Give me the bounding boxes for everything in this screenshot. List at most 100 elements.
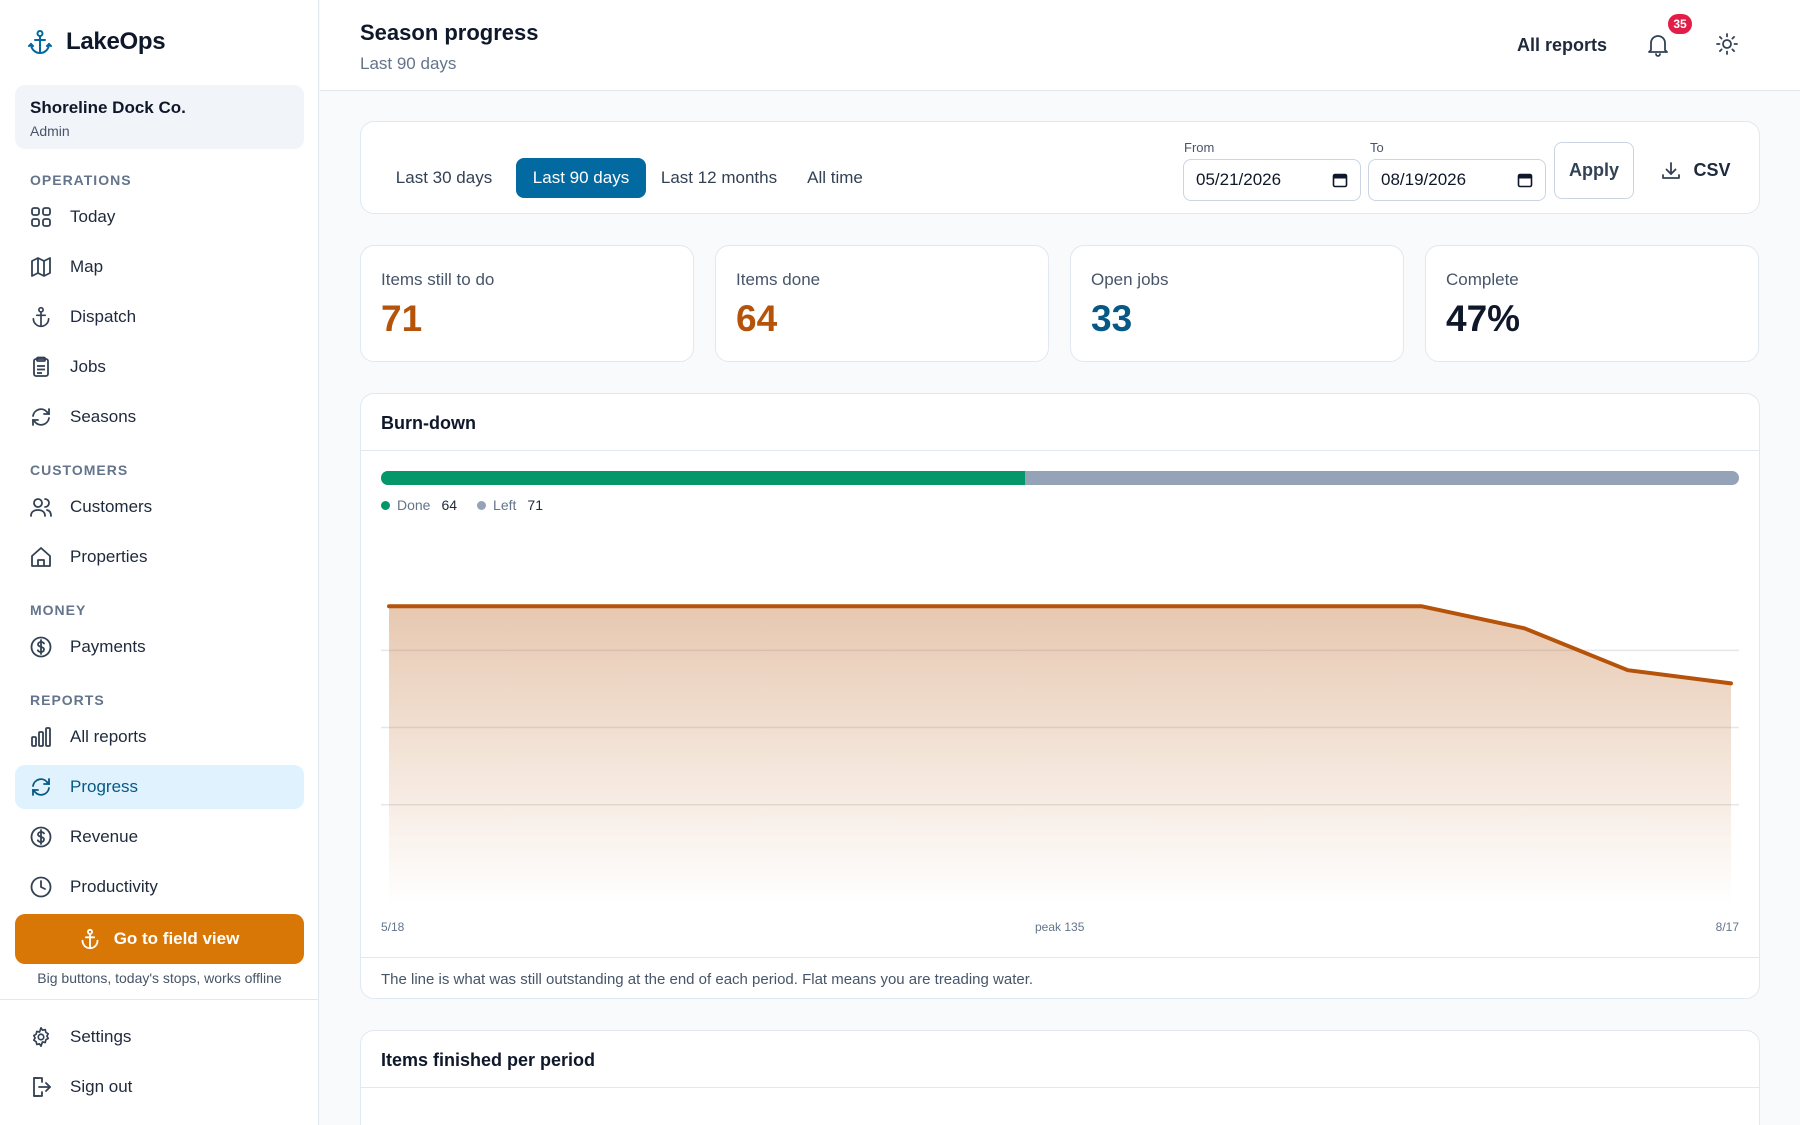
- bell-icon: [1648, 35, 1668, 57]
- legend-item-done: Done 64: [381, 497, 457, 513]
- legend-value: 71: [527, 497, 543, 513]
- clock-icon: [30, 876, 52, 898]
- sidebar-item-label: Payments: [70, 637, 146, 656]
- clipboard-icon: [33, 356, 49, 377]
- anchor-icon: [81, 928, 99, 950]
- download-icon: [1662, 161, 1681, 179]
- items-finished-title: Items finished per period: [381, 1050, 596, 1070]
- app-name: LakeOps: [66, 28, 166, 55]
- page-subtitle: Last 90 days: [360, 54, 457, 73]
- kpi-items-still-to-do: Items still to do 71: [360, 245, 694, 362]
- app-logo[interactable]: LakeOps: [28, 28, 166, 56]
- csv-export-button[interactable]: CSV: [1651, 142, 1741, 199]
- chart-legend: Done 64 Left 71: [381, 497, 543, 513]
- card-divider: [361, 1087, 1759, 1088]
- filter-bar: Last 30 days Last 90 days Last 12 months…: [360, 121, 1760, 214]
- items-finished-card: Items finished per period: [360, 1030, 1760, 1125]
- grid-icon: [31, 207, 51, 227]
- sidebar-item-payments[interactable]: Payments: [15, 625, 304, 669]
- org-name: Shoreline Dock Co.: [30, 98, 186, 117]
- sidebar: LakeOps Shoreline Dock Co. Admin OPERATI…: [0, 0, 319, 1125]
- notifications-button[interactable]: [1646, 32, 1670, 63]
- sidebar-item-properties[interactable]: Properties: [15, 535, 304, 579]
- kpi-label: Open jobs: [1091, 270, 1169, 289]
- calendar-icon: [1332, 173, 1348, 188]
- sun-icon: [1716, 33, 1738, 55]
- kpi-label: Items still to do: [381, 270, 495, 289]
- go-to-field-view-button[interactable]: Go to field view: [15, 914, 304, 964]
- sidebar-item-jobs[interactable]: Jobs: [15, 345, 304, 389]
- org-card[interactable]: Shoreline Dock Co. Admin: [15, 85, 304, 149]
- page-title: Season progress: [360, 20, 539, 45]
- sidebar-item-label: Dispatch: [70, 307, 137, 326]
- nav-section-money: MONEY: [30, 602, 87, 618]
- refresh-icon: [32, 408, 50, 426]
- dollar-icon: [30, 636, 52, 658]
- logout-icon: [33, 1077, 51, 1097]
- sidebar-item-label: Productivity: [70, 877, 158, 896]
- legend-dot: [381, 500, 390, 510]
- sidebar-item-label: Settings: [70, 1027, 132, 1046]
- sidebar-item-label: All reports: [70, 727, 147, 746]
- sidebar-item-all-reports[interactable]: All reports: [15, 715, 304, 759]
- field-view-hint: Big buttons, today's stops, works offlin…: [37, 970, 282, 986]
- sidebar-item-productivity[interactable]: Productivity: [15, 865, 304, 909]
- to-date-input[interactable]: 08/19/2026: [1368, 159, 1546, 201]
- kpi-value: 71: [381, 298, 423, 339]
- range-last-30-days[interactable]: Last 30 days: [381, 158, 507, 198]
- legend-item-left: Left 71: [477, 497, 543, 513]
- users-icon: [30, 498, 52, 517]
- from-label: From: [1184, 140, 1215, 155]
- sidebar-item-label: Properties: [70, 547, 148, 566]
- sidebar-item-map[interactable]: Map: [15, 245, 304, 289]
- bar-chart-icon: [31, 727, 51, 747]
- sidebar-item-label: Map: [70, 257, 104, 276]
- from-date-input[interactable]: 05/21/2026: [1183, 159, 1361, 201]
- progress-bar: [381, 471, 1739, 485]
- sidebar-item-label: Seasons: [70, 407, 137, 426]
- sidebar-item-sign-out[interactable]: Sign out: [15, 1065, 304, 1109]
- sidebar-item-progress[interactable]: Progress: [15, 765, 304, 809]
- nav-section-reports: REPORTS: [30, 692, 105, 708]
- burndown-note: The line is what was still outstanding a…: [381, 971, 1034, 988]
- range-last-12-months[interactable]: Last 12 months: [654, 158, 784, 198]
- gear-icon: [32, 1027, 50, 1047]
- legend-dot: [477, 500, 487, 510]
- kpi-value: 47%: [1446, 298, 1521, 339]
- apply-button[interactable]: Apply: [1554, 142, 1634, 199]
- card-divider: [361, 450, 1759, 451]
- x-label-peak: peak 135: [1035, 920, 1085, 934]
- sidebar-item-revenue[interactable]: Revenue: [15, 815, 304, 859]
- from-date-value: 05/21/2026: [1196, 170, 1282, 189]
- calendar-icon: [1517, 173, 1533, 188]
- sidebar-item-label: Sign out: [70, 1077, 133, 1096]
- sidebar-item-today[interactable]: Today: [15, 195, 304, 239]
- nav-section-operations: OPERATIONS: [30, 172, 132, 188]
- progress-bar-done: [381, 471, 1025, 485]
- to-label: To: [1370, 140, 1384, 155]
- range-all-time[interactable]: All time: [793, 158, 877, 198]
- kpi-value: 33: [1091, 298, 1133, 339]
- map-icon: [31, 257, 51, 277]
- theme-toggle-button[interactable]: [1715, 32, 1739, 61]
- kpi-label: Items done: [736, 270, 821, 289]
- sidebar-item-label: Today: [70, 207, 116, 226]
- sidebar-item-customers[interactable]: Customers: [15, 485, 304, 529]
- csv-label: CSV: [1693, 160, 1731, 180]
- legend-label: Left: [493, 497, 517, 513]
- all-reports-link[interactable]: All reports: [1517, 35, 1607, 56]
- anchor-icon: [28, 30, 52, 55]
- kpi-label: Complete: [1446, 270, 1519, 289]
- sidebar-item-settings[interactable]: Settings: [15, 1015, 304, 1059]
- card-divider: [361, 957, 1759, 958]
- org-role: Admin: [30, 123, 70, 139]
- sidebar-item-dispatch[interactable]: Dispatch: [15, 295, 304, 339]
- refresh-icon: [32, 778, 50, 796]
- x-label-start: 5/18: [381, 920, 405, 934]
- sidebar-item-seasons[interactable]: Seasons: [15, 395, 304, 439]
- kpi-open-jobs: Open jobs 33: [1070, 245, 1404, 362]
- range-last-90-days[interactable]: Last 90 days: [516, 158, 646, 198]
- home-icon: [31, 547, 51, 567]
- sidebar-item-label: Jobs: [70, 357, 106, 376]
- burndown-area: [389, 606, 1731, 904]
